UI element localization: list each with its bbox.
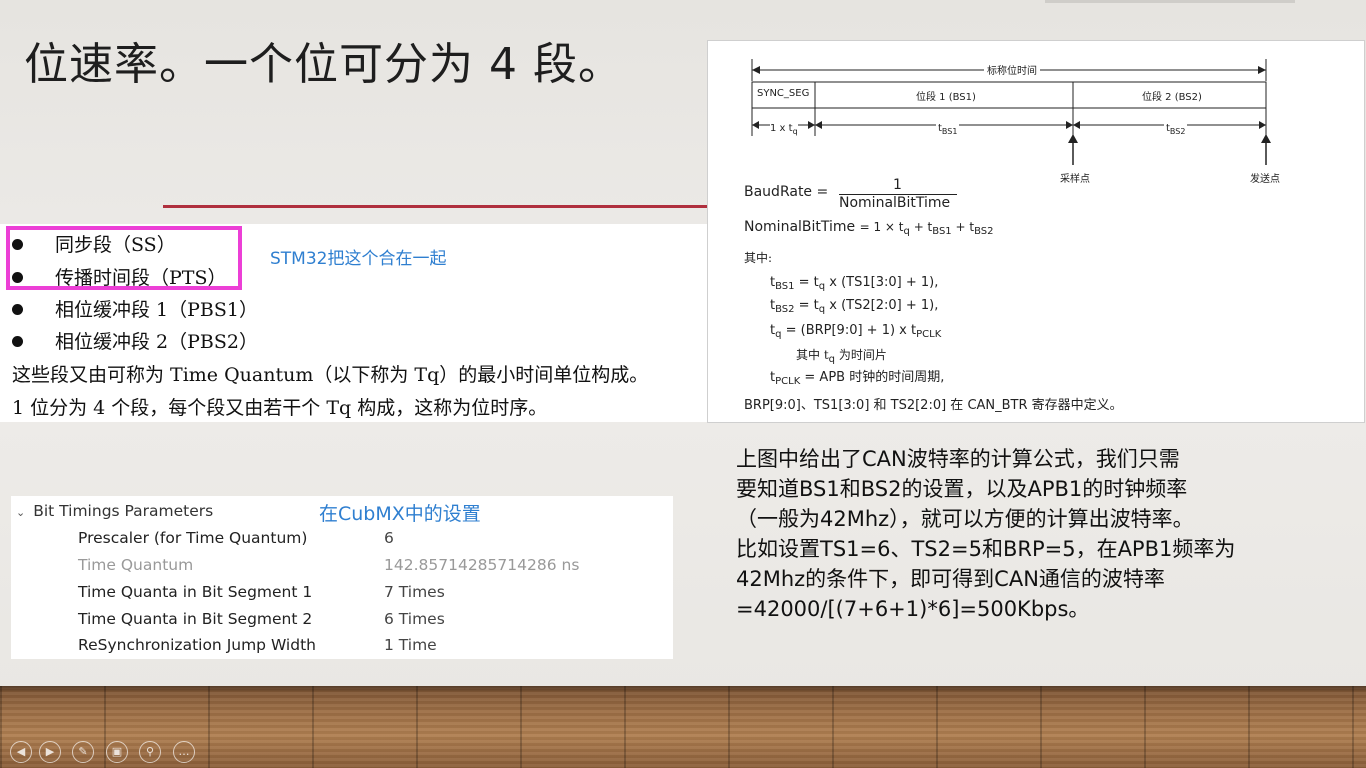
pen-icon[interactable]: ✎ (72, 741, 94, 763)
slide-title: 位速率。一个位可分为 4 段。 (24, 39, 623, 90)
paragraph-line: 1 位分为 4 个段，每个段又由若干个 Tq 构成，这称为位时序。 (12, 397, 548, 419)
tq-note: 其中 tq 为时间片 (796, 348, 887, 365)
nominal-bit-time-label: 标称位时间 (984, 62, 1040, 77)
param-label: ReSynchronization Jump Width (78, 636, 316, 654)
param-value[interactable]: 6 Times (384, 610, 445, 628)
cubemx-note: 在CubMX中的设置 (319, 503, 481, 525)
explanation-line: 比如设置TS1=6、TS2=5和BRP=5，在APB1频率为 (736, 537, 1236, 561)
bs1-segment-label: 位段 1 (BS1) (916, 92, 976, 103)
zoom-icon[interactable]: ⚲ (139, 741, 161, 763)
explanation-line: =42000/[(7+6+1)*6]=500Kbps。 (736, 597, 1090, 621)
sample-point-label: 采样点 (1060, 174, 1090, 185)
next-icon[interactable]: ▶ (39, 741, 61, 763)
param-value[interactable]: 7 Times (384, 583, 445, 601)
tpclk-formula: tPCLK = APB 时钟的时间周期, (770, 370, 945, 387)
param-label: Time Quanta in Bit Segment 1 (78, 583, 313, 601)
bullet-item: 相位缓冲段 1（PBS1） (12, 295, 258, 322)
top-accent-bar (1045, 0, 1295, 3)
param-value: 142.85714285714286 ns (384, 556, 580, 574)
param-value[interactable]: 1 Time (384, 636, 437, 654)
tbs1-label: tBS1 (936, 123, 960, 136)
param-label: Time Quanta in Bit Segment 2 (78, 610, 313, 628)
floor-shadow (0, 686, 1366, 692)
baudrate-denominator: NominalBitTime (839, 195, 951, 211)
explanation-line: 42Mhz的条件下，即可得到CAN通信的波特率 (736, 567, 1165, 591)
param-value[interactable]: 6 (384, 529, 394, 547)
bs2-segment-label: 位段 2 (BS2) (1142, 92, 1202, 103)
title-divider (163, 205, 708, 208)
explanation-line: （一般为42Mhz），就可以方便的计算出波特率。 (736, 507, 1194, 531)
more-icon[interactable]: … (173, 741, 195, 763)
baudrate-numerator: 1 (893, 177, 902, 193)
send-point-label: 发送点 (1250, 174, 1280, 185)
chevron-down-icon[interactable]: ⌄ (16, 506, 25, 519)
param-label: Prescaler (for Time Quantum) (78, 529, 308, 547)
paragraph-line: 这些段又由可称为 Time Quantum（以下称为 Tq）的最小时间单位构成。 (12, 364, 649, 386)
highlight-box (6, 226, 242, 290)
nominal-bit-time-formula: NominalBitTime = 1 × tq + tBS1 + tBS2 (744, 219, 994, 237)
tq-formula: tq = (BRP[9:0] + 1) x tPCLK (770, 323, 942, 340)
bullet-item: 相位缓冲段 2（PBS2） (12, 327, 258, 354)
baudrate-explanation: 上图中给出了CAN波特率的计算公式，我们只需 要知道BS1和BS2的设置，以及A… (736, 444, 1336, 624)
slides-icon[interactable]: ▣ (106, 741, 128, 763)
wood-floor-background (0, 686, 1366, 768)
bit-timings-header[interactable]: ⌄ Bit Timings Parameters (16, 502, 213, 520)
prev-icon[interactable]: ◀ (10, 741, 32, 763)
param-label: Time Quantum (78, 556, 194, 574)
baudrate-lhs: BaudRate = (744, 184, 829, 200)
tbs2-label: tBS2 (1164, 123, 1188, 136)
tbs1-formula: tBS1 = tq x (TS1[3:0] + 1), (770, 275, 939, 292)
register-footnote: BRP[9:0]、TS1[3:0] 和 TS2[2:0] 在 CAN_BTR 寄… (744, 398, 1123, 413)
sync-seg-label: SYNC_SEG (757, 88, 810, 99)
tbs2-formula: tBS2 = tq x (TS2[2:0] + 1), (770, 298, 939, 315)
explanation-line: 上图中给出了CAN波特率的计算公式，我们只需 (736, 447, 1180, 471)
explanation-line: 要知道BS1和BS2的设置，以及APB1的时钟频率 (736, 477, 1188, 501)
tq-label: 1 x tq (770, 123, 798, 136)
stm32-note: STM32把这个合在一起 (270, 249, 447, 269)
cubemx-bit-timings-panel: ⌄ Bit Timings Parameters 在CubMX中的设置 Presc… (11, 496, 673, 659)
where-label: 其中: (744, 251, 773, 265)
can-timing-figure: 标称位时间 SYNC_SEG 位段 1 (BS1) 位段 2 (BS2) 1 x… (707, 40, 1365, 423)
